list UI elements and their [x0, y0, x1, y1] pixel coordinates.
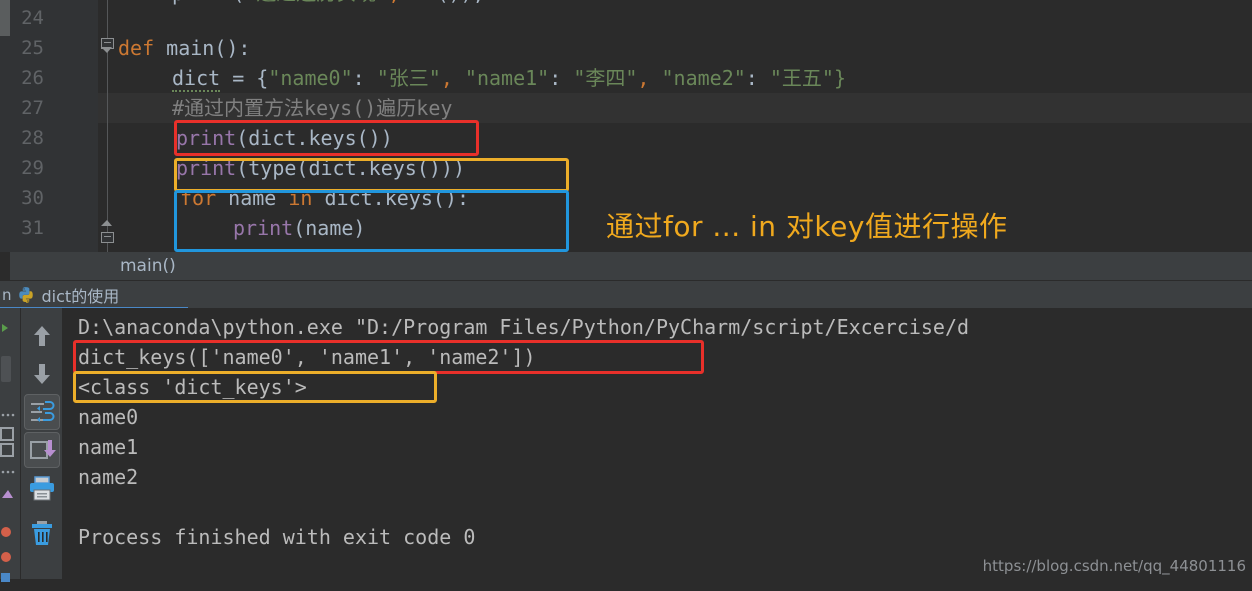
- evaluate-icon[interactable]: [0, 571, 20, 589]
- print-args-1: (dict.keys()): [236, 126, 393, 150]
- trash-icon[interactable]: [24, 515, 60, 551]
- brace-close: }: [833, 66, 847, 90]
- comma-0: ,: [440, 66, 465, 90]
- keyword-in: in: [288, 186, 313, 210]
- run-console-output[interactable]: D:\anaconda\python.exe "D:/Program Files…: [62, 308, 1252, 579]
- line-number: 29: [21, 157, 44, 179]
- console-line-name2: name2: [78, 465, 139, 489]
- print-call-1: print: [176, 126, 237, 150]
- line-number: 26: [21, 67, 44, 89]
- print-icon[interactable]: [24, 470, 60, 506]
- more-options-icon-2[interactable]: [0, 463, 20, 481]
- code-line-print-name: print(name): [233, 213, 365, 243]
- annotation-text: 通过for ... in 对key值进行操作: [606, 210, 1008, 243]
- keyword-def: def: [118, 36, 155, 60]
- code-line-def: def main():: [118, 33, 250, 63]
- colon-0: :: [352, 66, 377, 90]
- pycharm-window: 24 25 26 27 28 29 30 31 print("通过遍历实现", …: [0, 0, 1252, 582]
- dict-key-0: "name0": [268, 66, 353, 90]
- console-line-command: D:\anaconda\python.exe "D:/Program Files…: [78, 315, 970, 339]
- run-play-icon[interactable]: [0, 320, 20, 338]
- line-number-gutter: 24 25 26 27 28 29 30 31: [10, 0, 98, 252]
- up-arrow-icon[interactable]: [24, 318, 60, 354]
- line-number: 24: [21, 7, 44, 29]
- console-line-name0: name0: [78, 405, 139, 429]
- scroll-to-end-icon[interactable]: [24, 432, 60, 468]
- print-call-2: print: [176, 156, 237, 180]
- line-number: 30: [21, 187, 44, 209]
- watermark: https://blog.csdn.net/qq_44801116: [982, 557, 1246, 575]
- console-line-class: <class 'dict_keys'>: [78, 375, 307, 399]
- console-line-process: Process finished with exit code 0: [78, 525, 476, 549]
- python-icon: [17, 286, 35, 304]
- dict-key-2: "name2": [661, 66, 746, 90]
- run-console-toolbar[interactable]: [20, 308, 63, 579]
- tab-truncated-prefix: n: [2, 285, 12, 304]
- console-line-name1: name1: [78, 435, 139, 459]
- line-number: 31: [21, 217, 44, 239]
- keyword-for: for: [180, 186, 217, 210]
- run-tool-window-tabs[interactable]: n dict的使用: [0, 281, 1252, 309]
- code-editor[interactable]: 24 25 26 27 28 29 30 31 print("通过遍历实现", …: [0, 0, 1252, 252]
- breadcrumb[interactable]: main(): [10, 252, 1252, 280]
- code-line-for: for name in dict.keys():: [180, 183, 469, 213]
- rerun-icon[interactable]: [0, 350, 20, 390]
- line-number: 28: [21, 127, 44, 149]
- down-arrow-icon[interactable]: [24, 356, 60, 392]
- code-line-clipped: print("通过遍历实现", l1());: [172, 0, 485, 8]
- code-line-comment: #通过内置方法keys()遍历key: [172, 93, 452, 123]
- assign-operator: = {: [220, 66, 269, 90]
- function-signature: main():: [154, 36, 251, 60]
- colon-2: :: [745, 66, 770, 90]
- mute-breakpoints-icon[interactable]: [0, 486, 20, 504]
- breakpoint-icon-1[interactable]: [0, 523, 20, 541]
- fold-end-icon[interactable]: [101, 220, 114, 243]
- code-line-print-type: print(type(dict.keys())): [176, 153, 465, 183]
- print-args-2: (type(dict.keys())): [236, 156, 465, 180]
- fold-collapse-icon[interactable]: [101, 38, 114, 53]
- comma-1: ,: [637, 66, 662, 90]
- run-tab-label[interactable]: dict的使用: [42, 283, 120, 307]
- stack-frames-icon[interactable]: [0, 426, 20, 460]
- dict-value-0: "张三": [376, 66, 441, 90]
- run-tab[interactable]: n dict的使用: [0, 281, 119, 308]
- iterable-expression: dict.keys():: [312, 186, 470, 210]
- console-line-dict-keys: dict_keys(['name0', 'name1', 'name2']): [78, 345, 536, 369]
- line-number: 25: [21, 37, 44, 59]
- loop-variable: name: [216, 186, 289, 210]
- breakpoint-icon-2[interactable]: [0, 548, 20, 566]
- variable-dict: dict: [172, 66, 221, 92]
- print-call-3: print: [233, 216, 294, 240]
- dict-key-1: "name1": [464, 66, 550, 90]
- more-options-icon[interactable]: [0, 406, 20, 424]
- dict-value-2: "王五": [769, 66, 834, 90]
- colon-1: :: [549, 66, 574, 90]
- code-line-dict: dict = {"name0": "张三", "name1": "李四", "n…: [172, 63, 846, 93]
- breadcrumb-label[interactable]: main(): [120, 252, 176, 280]
- print-args-3: (name): [293, 216, 366, 240]
- dict-value-1: "李四": [573, 66, 638, 90]
- line-number: 27: [21, 97, 44, 119]
- left-tool-rail[interactable]: [0, 308, 20, 582]
- code-line-print-keys: print(dict.keys()): [176, 123, 393, 153]
- comment-text: #通过内置方法keys()遍历key: [172, 96, 453, 120]
- soft-wrap-icon[interactable]: [24, 394, 60, 430]
